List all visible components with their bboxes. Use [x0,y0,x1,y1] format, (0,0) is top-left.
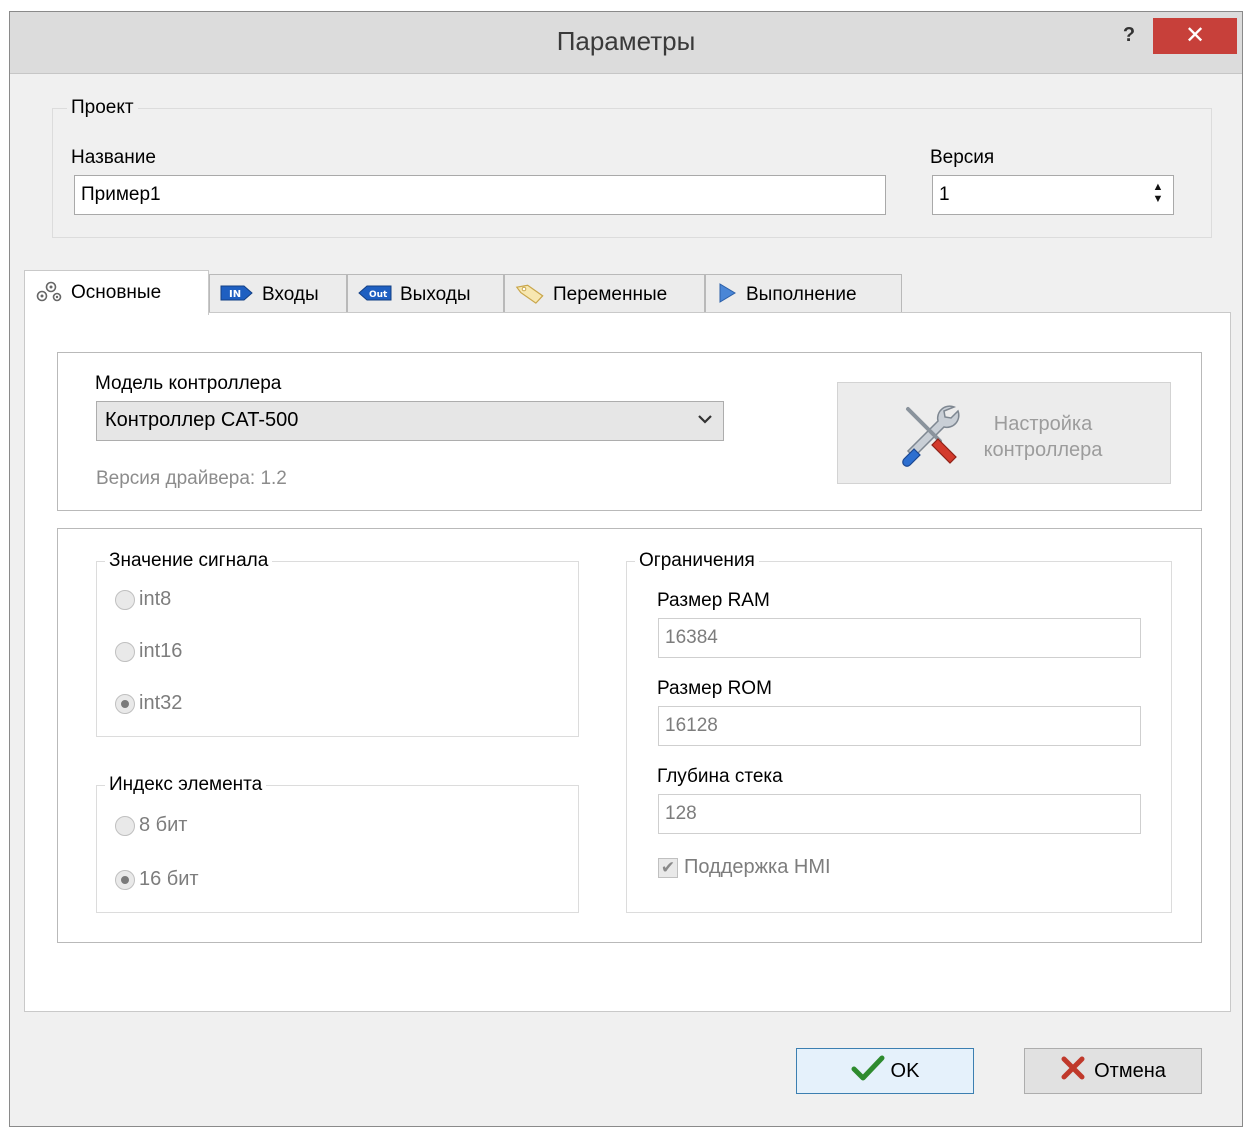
radio-int32-indicator[interactable] [115,693,135,714]
tab-outputs-label: Выходы [400,283,471,305]
cancel-x-icon [1060,1055,1086,1087]
element-index-group: Индекс элемента 8 бит 16 бит [96,774,579,913]
controller-settings-button[interactable]: Настройка контроллера [837,382,1171,484]
in-badge-icon: IN [220,284,254,305]
settings-dialog: Параметры ? ✕ Проект Название Версия 1 ▲… [9,11,1243,1127]
tools-icon [896,399,966,475]
radio-8bit-label: 8 бит [139,814,188,836]
gears-icon [35,281,63,306]
tab-bar: Основные IN Входы Out Выходы Переменные … [24,270,924,315]
controller-model-label: Модель контроллера [95,373,282,394]
ok-label: OK [890,1059,920,1082]
limits-title: Ограничения [635,550,759,572]
close-button[interactable]: ✕ [1153,18,1237,54]
chevron-down-icon [697,409,713,430]
tab-inputs-label: Входы [262,283,319,305]
rom-label: Размер ROM [657,678,772,699]
checkmark-icon [851,1054,885,1088]
signal-value-title: Значение сигнала [105,550,273,572]
name-label: Название [71,147,156,168]
title-bar: Параметры ? ✕ [10,12,1242,74]
ok-button[interactable]: OK [796,1048,974,1094]
stack-depth-field[interactable]: 128 [658,794,1141,834]
radio-8bit-indicator[interactable] [115,815,135,836]
element-index-title: Индекс элемента [105,774,267,796]
tab-execution-label: Выполнение [746,283,857,305]
project-group: Проект Название Версия 1 ▲▼ [52,97,1212,238]
radio-16bit-label: 16 бит [139,868,199,890]
version-spinbox[interactable]: 1 ▲ ▼ [932,175,1174,215]
tab-outputs[interactable]: Out Выходы [347,274,504,314]
limits-group: Ограничения Размер RAM 16384 Размер ROM … [626,550,1172,913]
controller-model-select[interactable]: Контроллер CAT-500 [96,401,724,441]
version-value: 1 [939,184,950,205]
radio-int8-label: int8 [139,588,172,610]
out-badge-icon: Out [358,284,392,305]
tab-variables-label: Переменные [553,283,668,305]
controller-settings-label: Настройка контроллера [978,411,1108,463]
ram-field[interactable]: 16384 [658,618,1141,658]
ram-label: Размер RAM [657,590,770,611]
radio-int16[interactable]: int16 [115,640,182,663]
stack-depth-label: Глубина стека [657,766,783,787]
controller-model-value: Контроллер CAT-500 [105,409,299,431]
radio-int8[interactable]: int8 [115,588,171,611]
help-button[interactable]: ? [1116,24,1142,54]
controller-box: Модель контроллера Контроллер CAT-500 Ве… [57,352,1202,511]
radio-16bit[interactable]: 16 бит [115,868,199,891]
tab-main[interactable]: Основные [24,270,209,315]
check-icon[interactable]: ✔ [658,857,678,878]
spin-arrows-icon[interactable]: ▲ ▼ [1151,181,1165,209]
radio-int16-indicator[interactable] [115,641,135,662]
cancel-button[interactable]: Отмена [1024,1048,1202,1094]
tab-execution[interactable]: Выполнение [705,274,902,314]
controller-settings-line2: контроллера [983,439,1103,461]
radio-16bit-indicator[interactable] [115,869,135,890]
cancel-label: Отмена [1094,1059,1166,1082]
out-badge-text: Out [369,290,388,300]
play-icon [716,282,738,307]
tab-main-label: Основные [71,282,162,303]
version-label: Версия [930,147,995,168]
radio-8bit[interactable]: 8 бит [115,814,187,837]
options-box: Значение сигнала int8 int16 int32 Индекс… [57,528,1202,943]
driver-version: Версия драйвера: 1.2 [96,468,287,489]
hmi-support-label: Поддержка HMI [684,856,831,878]
radio-int8-indicator[interactable] [115,589,135,610]
hmi-support-checkbox[interactable]: ✔ Поддержка HMI [658,856,831,879]
controller-settings-line1: Настройка [993,413,1093,435]
project-group-title: Проект [67,97,138,119]
tab-inputs[interactable]: IN Входы [209,274,347,314]
dialog-title: Параметры [556,26,696,56]
tag-icon [515,281,545,308]
rom-field[interactable]: 16128 [658,706,1141,746]
tab-panel-main: Модель контроллера Контроллер CAT-500 Ве… [24,312,1231,1012]
radio-int32[interactable]: int32 [115,692,182,715]
name-input[interactable] [74,175,886,215]
radio-int16-label: int16 [139,640,183,662]
signal-value-group: Значение сигнала int8 int16 int32 [96,550,579,737]
tab-variables[interactable]: Переменные [504,274,705,314]
in-badge-text: IN [229,289,241,300]
radio-int32-label: int32 [139,692,183,714]
